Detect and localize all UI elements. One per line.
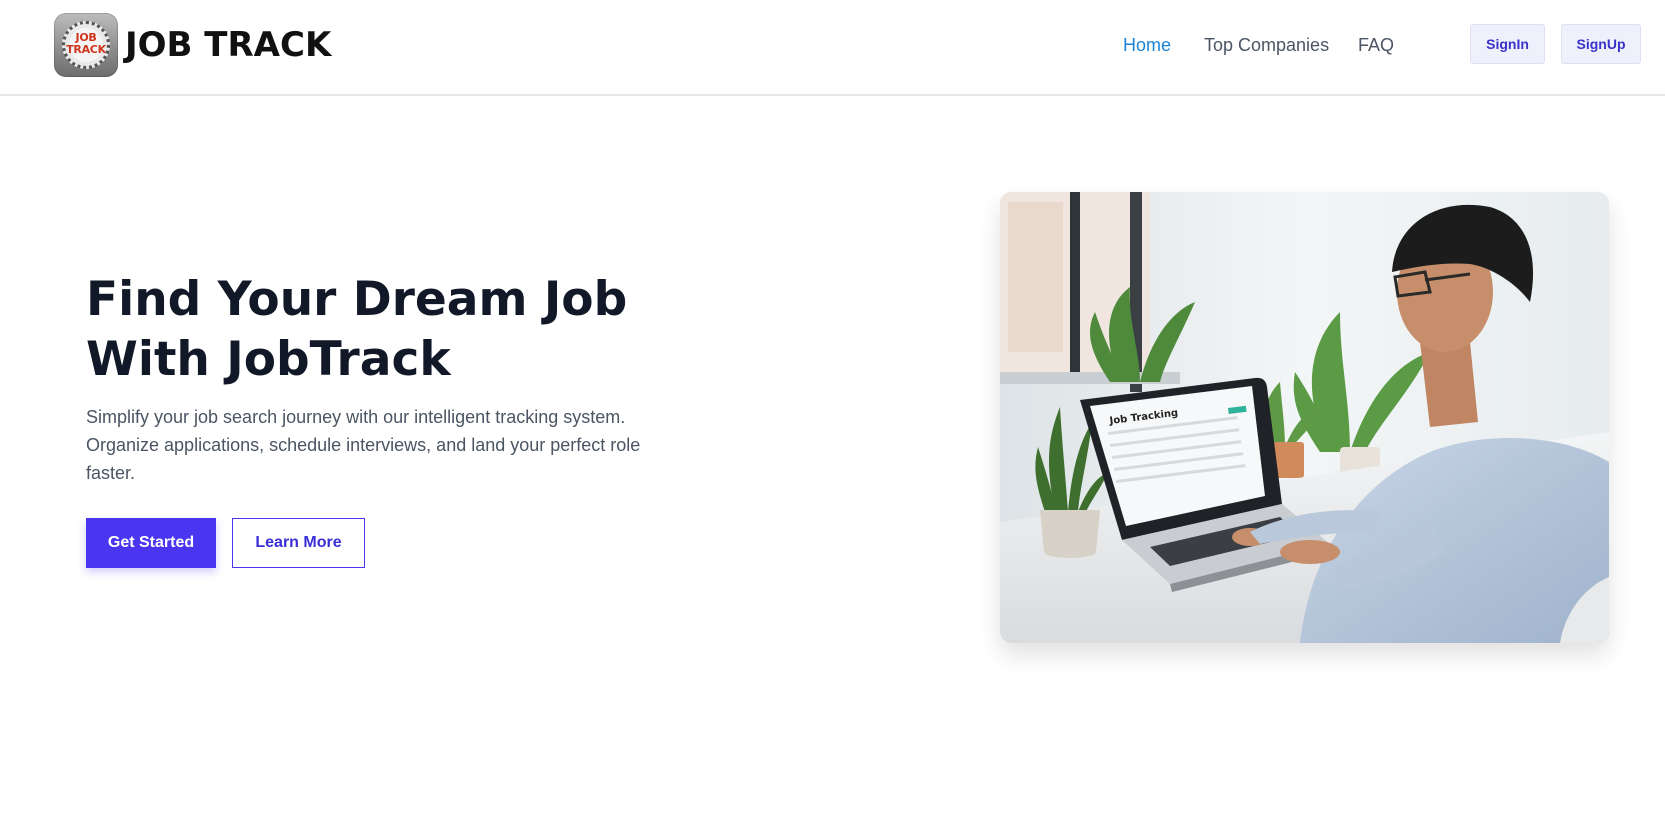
hero-image: Job Tracking [1000, 192, 1609, 643]
site-header: JOB TRACK JOB TRACK Home Top Companies F… [0, 0, 1665, 96]
logo-text: JOB TRACK [54, 32, 118, 56]
nav-faq-link[interactable]: FAQ [1358, 33, 1394, 57]
brand-name[interactable]: JOB TRACK [125, 24, 331, 66]
signin-button[interactable]: SignIn [1470, 24, 1545, 64]
signup-button[interactable]: SignUp [1561, 24, 1641, 64]
learn-more-button[interactable]: Learn More [232, 518, 365, 568]
nav-top-companies-link[interactable]: Top Companies [1204, 33, 1329, 57]
logo-text-line2: TRACK [66, 43, 106, 56]
hero-title-line1: Find Your Dream Job [86, 272, 628, 327]
nav-home-link[interactable]: Home [1123, 33, 1171, 57]
hero-title-line2: With JobTrack [86, 332, 451, 387]
hero-title: Find Your Dream Job With JobTrack [86, 270, 706, 390]
job-track-logo-icon[interactable]: JOB TRACK [54, 13, 118, 77]
hero-description: Simplify your job search journey with ou… [86, 407, 641, 483]
get-started-button[interactable]: Get Started [86, 518, 216, 568]
person-typing-on-laptop-icon: Job Tracking [1000, 192, 1609, 643]
